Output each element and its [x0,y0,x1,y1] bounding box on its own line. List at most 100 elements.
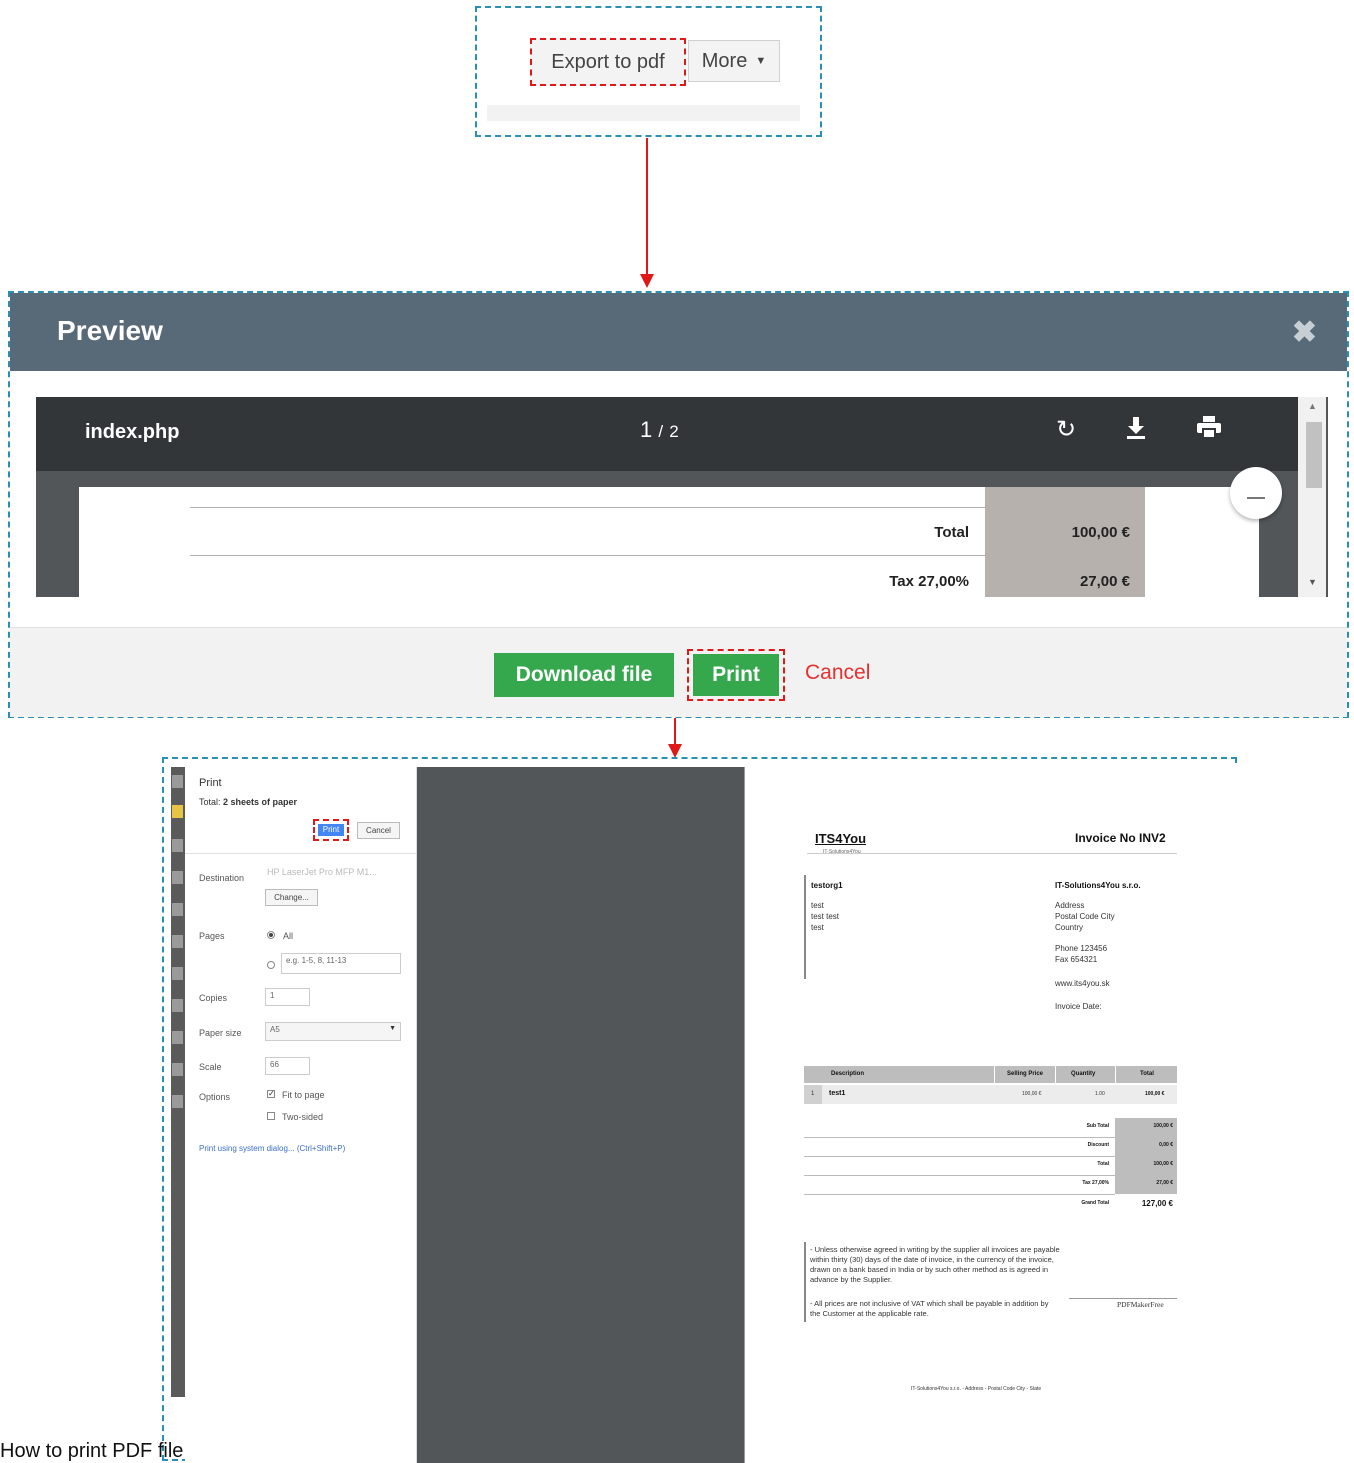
company-line: Country [1055,923,1084,932]
pdf-viewer[interactable]: index.php 1 / 2 ↻ Total 100,00 € Tax 27,… [36,397,1328,597]
summary-value: 100,00 € [1153,1123,1173,1129]
company-line: Invoice Date: [1055,1002,1102,1011]
terms-paragraph: - Unless otherwise agreed in writing by … [810,1245,1060,1284]
dialog-print-button[interactable]: Print [318,824,344,836]
item-no: 1 [811,1091,815,1097]
print-icon[interactable] [1194,415,1224,445]
company-logo-subtitle: IT-Solutions4You [823,849,861,855]
paper-size-label: Paper size [199,1028,242,1038]
row-divider [190,507,985,508]
chevron-down-icon: ▼ [389,1025,396,1032]
header-description: Description [831,1071,865,1077]
company-line: Fax 654321 [1055,955,1098,964]
download-icon[interactable] [1121,415,1151,445]
arrow-2-head [668,744,682,758]
sidebar-icon [172,839,183,852]
sidebar-icon [172,1031,183,1044]
print-button-highlight: Print [313,819,349,841]
total-prefix: Total: [199,797,224,807]
pdf-viewer-toolbar: index.php 1 / 2 ↻ [36,397,1298,471]
print-title: Print [199,777,222,789]
scale-input[interactable]: 66 [265,1057,310,1075]
header-selling-price: Selling Price [1007,1071,1044,1077]
company-line: Phone 123456 [1055,944,1108,953]
grand-total-value: 127,00 € [1141,1199,1173,1208]
items-row [804,1085,1177,1104]
total-pages: 2 [669,422,679,441]
sidebar-icon [172,967,183,980]
preview-modal: Preview ✖ index.php 1 / 2 ↻ Total 100,00… [8,291,1349,718]
header-total: Total [1140,1071,1154,1077]
page-indicator: 1 / 2 [640,417,679,443]
toolbar-divider [487,105,800,121]
scrollbar[interactable]: ▲ ▼ [1298,397,1326,597]
terms-paragraph: - All prices are not inclusive of VAT wh… [810,1299,1049,1318]
print-dialog-screenshot: Print Total: 2 sheets of paper Print Can… [162,757,1239,1463]
cancel-link[interactable]: Cancel [805,661,870,685]
arrow-1 [646,138,648,274]
pages-all-radio[interactable] [267,931,275,939]
summary-rule [804,1194,1115,1195]
rotate-icon[interactable]: ↻ [1051,415,1081,445]
system-dialog-link[interactable]: Print using system dialog... (Ctrl+Shift… [199,1144,345,1153]
scroll-up-icon[interactable]: ▲ [1308,401,1317,411]
dialog-cancel-button[interactable]: Cancel [357,822,400,839]
signature-text: PDFMakerFree [1117,1300,1164,1309]
summary-label: Sub Total [1086,1123,1109,1129]
item-price: 100,00 € [1022,1091,1042,1097]
grand-total-label: Grand Total [1081,1200,1109,1206]
paper-size-select[interactable]: A5 ▼ [265,1022,401,1041]
total-value: 2 sheets of paper [223,797,298,807]
invoice-title: Invoice No INV2 [1075,831,1166,845]
modal-title: Preview [57,315,163,346]
scrollbar-thumb[interactable] [1306,422,1322,488]
caret-down-icon: ▼ [755,55,767,67]
total-sheets: Total: 2 sheets of paper [199,797,297,807]
print-button[interactable]: Print [693,654,779,696]
item-description: test1 [829,1090,846,1097]
company-line: Address [1055,901,1085,910]
total-label: Total [934,524,969,541]
export-to-pdf-button[interactable]: Export to pdf [530,38,686,86]
close-icon[interactable]: ✖ [1292,315,1317,350]
fit-to-page-checkbox[interactable]: ✓ [267,1090,275,1098]
sidebar-icon [172,935,183,948]
customer-name: testorg1 [811,881,843,890]
toolbar-highlight: Export to pdf More ▼ [475,6,822,137]
page-separator: / [658,422,664,441]
pdf-page: Total 100,00 € Tax 27,00% 27,00 € [79,467,1282,597]
app-sidebar [171,767,185,1397]
summary-value: 100,00 € [1153,1161,1173,1167]
scale-label: Scale [199,1062,222,1072]
company-logo: ITS4You [815,831,867,846]
summary-value: 27,00 € [1156,1180,1173,1186]
company-line: www.its4you.sk [1055,979,1110,988]
summary-label: Discount [1087,1142,1109,1148]
pages-custom-input[interactable]: e.g. 1-5, 8, 11-13 [281,953,401,974]
destination-value: HP LaserJet Pro MFP M1... [267,867,377,877]
download-file-button[interactable]: Download file [494,653,674,697]
customer-line: test [811,923,824,932]
sidebar-icon [172,871,183,884]
summary-rule [804,1137,1115,1138]
tax-value: 27,00 € [1079,573,1130,590]
summary-rule [804,1175,1115,1176]
export-to-pdf-label: Export to pdf [551,50,665,73]
terms-bar [804,1242,806,1322]
more-dropdown-button[interactable]: More ▼ [688,40,780,82]
copies-input[interactable]: 1 [265,988,310,1006]
address-bar [804,875,806,979]
summary-value: 0,00 € [1159,1142,1173,1148]
row-divider [190,555,985,556]
zoom-out-icon[interactable] [1230,467,1282,519]
header-rule [807,853,1177,854]
scroll-down-icon[interactable]: ▼ [1308,577,1317,587]
sidebar-icon [172,1095,183,1108]
pages-label: Pages [199,931,225,941]
two-sided-checkbox[interactable] [267,1112,275,1120]
summary-rule [804,1156,1115,1157]
sidebar-icon [172,1063,183,1076]
more-label: More [701,49,748,72]
change-destination-button[interactable]: Change... [265,889,318,906]
pages-custom-radio[interactable] [267,961,275,969]
